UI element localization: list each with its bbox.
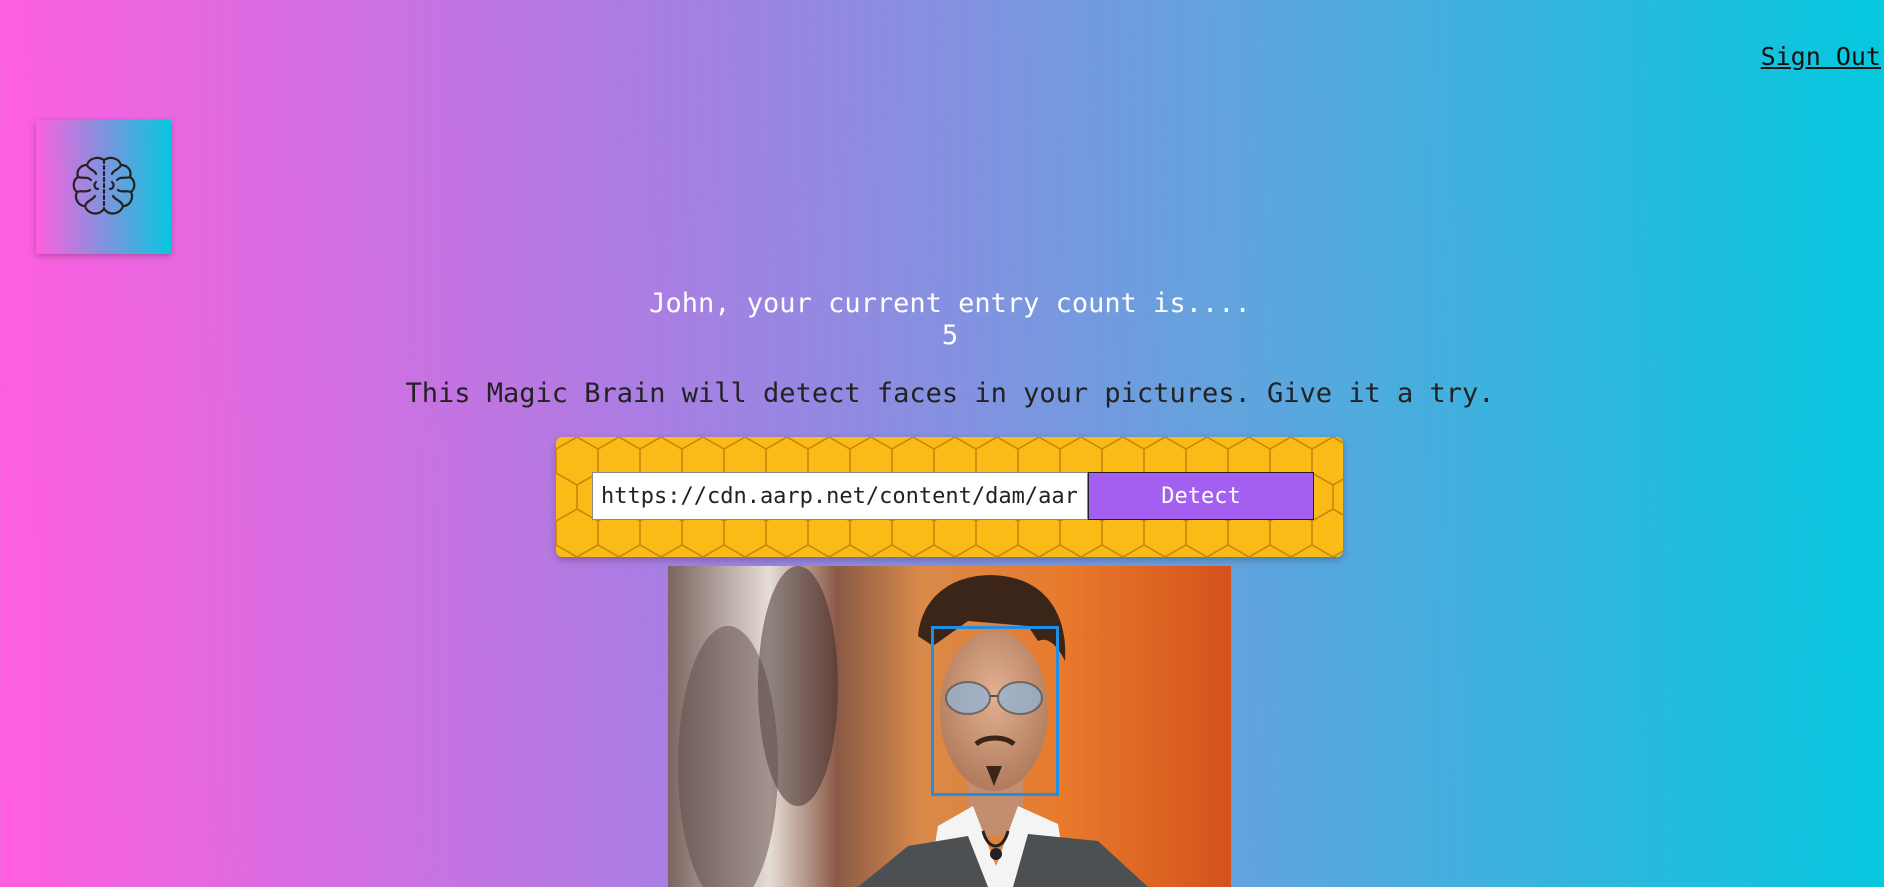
logo xyxy=(36,120,171,254)
image-url-input[interactable] xyxy=(592,472,1088,520)
image-link-form: Detect xyxy=(556,437,1343,557)
result-image xyxy=(668,566,1231,887)
face-bounding-box xyxy=(931,626,1059,796)
entry-count-value: 5 xyxy=(941,320,959,351)
entry-count-message: John, your current entry count is.... xyxy=(649,288,1251,319)
tagline: This Magic Brain will detect faces in yo… xyxy=(405,378,1495,409)
detect-button[interactable]: Detect xyxy=(1088,472,1314,520)
brain-icon xyxy=(72,156,135,215)
sign-out-link[interactable]: Sign Out xyxy=(1761,42,1881,71)
